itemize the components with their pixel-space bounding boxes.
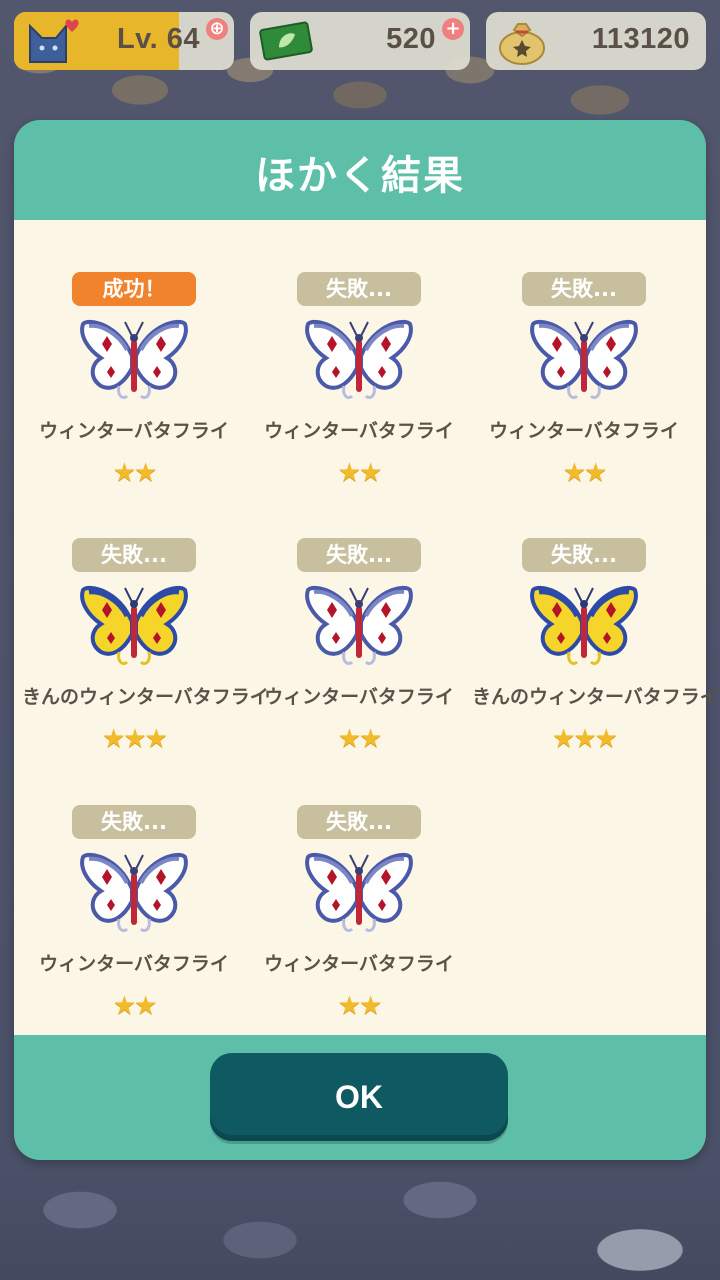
leaf-ticket-count: 520 — [386, 23, 436, 55]
rarity-stars: ★★ — [337, 458, 383, 488]
golden-winter-butterfly-icon — [530, 585, 638, 666]
insect-name: ウィンターバタフライ — [39, 953, 229, 975]
dialog-footer: OK — [14, 1035, 706, 1160]
failure-badge: 失敗... — [297, 538, 421, 572]
rarity-stars: ★★ — [562, 458, 608, 488]
bells-counter: 113120 — [486, 12, 706, 70]
insect-name: ウィンターバタフライ — [39, 420, 229, 442]
catch-result-dialog: ほかく結果 成功！ ウィンターバタフライ ★★ 失敗... ウィンターバタフライ ★★… — [14, 120, 719, 1160]
winter-butterfly-icon — [305, 585, 413, 666]
failure-badge: 失敗... — [297, 805, 421, 839]
golden-winter-butterfly-icon — [80, 585, 188, 666]
insect-name: きんのウィンターバタフライ — [22, 686, 269, 708]
winter-butterfly-icon — [530, 319, 638, 400]
insect-name: きんのウィンターバタフライ — [472, 686, 719, 708]
add-tickets-icon[interactable]: + — [442, 18, 464, 40]
result-item: 失敗... ウィンターバタフライ ★★ — [472, 220, 696, 488]
winter-butterfly-icon — [80, 319, 188, 400]
winter-butterfly-icon — [80, 852, 188, 933]
leaf-ticket-counter[interactable]: 520 + — [250, 12, 470, 70]
result-item: 失敗... ウィンターバタフライ ★★ — [247, 753, 471, 1021]
result-grid: 成功！ ウィンターバタフライ ★★ 失敗... ウィンターバタフライ ★★ 失敗... — [14, 220, 719, 1035]
bells-count: 113120 — [591, 23, 690, 55]
top-status-bar: Lv. 64 ⊕ 520 + 113120 — [0, 0, 720, 80]
winter-butterfly-icon — [305, 319, 413, 400]
ok-button[interactable]: OK — [210, 1053, 508, 1141]
rarity-stars: ★★★ — [552, 724, 618, 754]
level-label: Lv. 64 — [116, 23, 200, 55]
cat-face-heart-icon — [29, 19, 79, 63]
failure-badge: 失敗... — [522, 272, 646, 306]
result-item: 失敗... ウィンターバタフライ ★★ — [247, 220, 471, 488]
result-item: 失敗... きんのウィンターバタフライ ★★★ — [22, 486, 269, 754]
insect-name: ウィンターバタフライ — [264, 953, 454, 975]
level-info-icon[interactable]: ⊕ — [206, 18, 228, 40]
failure-badge: 失敗... — [522, 538, 646, 572]
result-item: 失敗... きんのウィンターバタフライ ★★★ — [472, 486, 719, 754]
leaf-ticket-icon — [259, 21, 313, 61]
result-list: 成功！ ウィンターバタフライ ★★ 失敗... ウィンターバタフライ ★★ 失敗... — [14, 220, 719, 1035]
insect-name: ウィンターバタフライ — [264, 686, 454, 708]
rarity-stars: ★★ — [112, 991, 158, 1021]
failure-badge: 失敗... — [72, 805, 196, 839]
rarity-stars: ★★ — [112, 458, 158, 488]
insect-name: ウィンターバタフライ — [264, 420, 454, 442]
winter-butterfly-icon — [305, 852, 413, 933]
insect-name: ウィンターバタフライ — [489, 420, 679, 442]
failure-badge: 失敗... — [297, 272, 421, 306]
rarity-stars: ★★ — [337, 991, 383, 1021]
bell-bag-icon — [499, 23, 545, 65]
result-item: 失敗... ウィンターバタフライ ★★ — [247, 486, 471, 754]
rarity-stars: ★★ — [337, 724, 383, 754]
level-display[interactable]: Lv. 64 ⊕ — [14, 12, 234, 70]
failure-badge: 失敗... — [72, 538, 196, 572]
success-badge: 成功！ — [72, 272, 196, 306]
dialog-title: ほかく結果 — [255, 153, 465, 199]
result-item: 失敗... ウィンターバタフライ ★★ — [22, 753, 246, 1021]
result-item: 成功！ ウィンターバタフライ ★★ — [22, 220, 246, 488]
rarity-stars: ★★★ — [102, 724, 168, 754]
